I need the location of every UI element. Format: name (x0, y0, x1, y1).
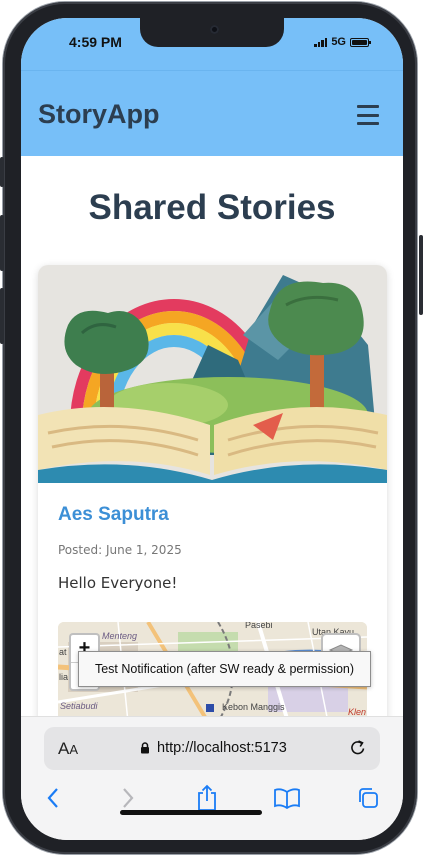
reload-icon[interactable] (348, 738, 368, 758)
status-time: 4:59 PM (69, 34, 122, 50)
bookmarks-icon[interactable] (272, 783, 302, 813)
battery-icon (350, 37, 371, 47)
story-date: Posted: June 1, 2025 (58, 543, 182, 557)
aa-small: A (69, 742, 79, 757)
address-bar[interactable]: AA http://localhost:5173 (44, 727, 380, 770)
app-header: StoryApp (21, 70, 403, 156)
volume-up-button (0, 215, 4, 271)
network-label: 5G (331, 36, 346, 48)
story-description: Hello Everyone! (58, 574, 178, 592)
silent-switch (0, 157, 4, 187)
reader-settings-button[interactable]: AA (58, 739, 78, 759)
url-text: http://localhost:5173 (157, 740, 287, 756)
status-indicators: 5G (314, 36, 371, 48)
story-image[interactable] (38, 265, 387, 483)
power-button (419, 235, 423, 315)
share-icon[interactable] (192, 783, 222, 813)
hamburger-menu-icon[interactable] (357, 105, 379, 125)
aa-large: A (58, 739, 70, 758)
page-title: Shared Stories (88, 188, 336, 227)
signal-icon (314, 37, 328, 47)
home-indicator[interactable] (120, 810, 262, 815)
safari-bottom-bar: AA http://localhost:5173 (21, 716, 403, 840)
map-label-kebon-manggis: Kebon Manggis (222, 702, 285, 712)
main-content: Shared Stories Aes Saputra Posted: June … (21, 156, 403, 716)
volume-down-button (0, 288, 4, 344)
brand-logo[interactable]: StoryApp (38, 99, 160, 130)
map-label-at: at (59, 647, 67, 657)
map-label-lia: lia (59, 672, 69, 682)
map-label-setiabudi: Setiabudi (60, 701, 98, 711)
story-author-link[interactable]: Aes Saputra (58, 504, 169, 526)
status-bar: 4:59 PM 5G (21, 18, 403, 70)
tabs-icon[interactable] (353, 783, 383, 813)
front-camera (210, 25, 219, 34)
phone-screen: 4:59 PM 5G StoryApp Shared Stories Aes S… (21, 18, 403, 840)
dynamic-notch (140, 18, 284, 47)
map-label-klender: Klen (348, 707, 367, 716)
back-icon[interactable] (38, 783, 68, 813)
map-label-menteng: Menteng (102, 631, 138, 641)
test-notification-button[interactable]: Test Notification (after SW ready & perm… (78, 651, 371, 687)
safari-toolbar (21, 783, 403, 813)
lock-icon (141, 742, 149, 754)
forward-icon[interactable] (113, 783, 143, 813)
story-card[interactable]: Aes Saputra Posted: June 1, 2025 Hello E… (38, 265, 387, 716)
url-display[interactable]: http://localhost:5173 (140, 740, 287, 756)
map-label-pasebi: Pasebi (245, 622, 273, 630)
